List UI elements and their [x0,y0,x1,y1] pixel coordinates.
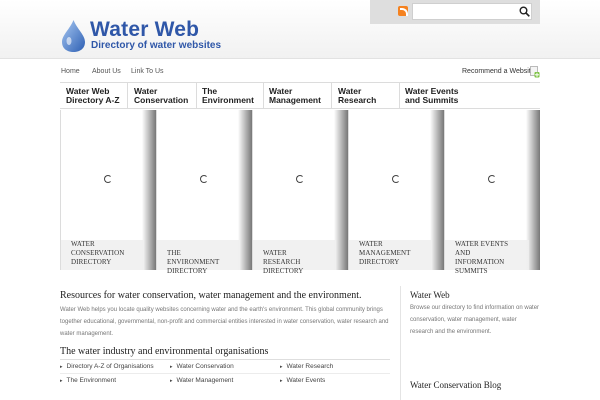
sidebar-title: Water Web [410,290,450,300]
nav-home[interactable]: Home [61,68,80,75]
slide-shadow [238,110,252,270]
loading-spinner-icon [104,175,112,183]
link-water-conservation[interactable]: Water Conservation [170,363,234,370]
search-icon[interactable] [519,6,530,17]
water-drop-logo-icon[interactable] [60,19,87,53]
loading-spinner-icon [488,175,496,183]
divider [60,359,390,360]
menu-item-directory[interactable]: Water Web Directory A-Z [66,87,120,105]
site-tagline: Directory of water websites [91,40,222,51]
menu-item-environment[interactable]: The Environment [202,87,254,105]
slide-shadow [334,110,348,270]
loading-spinner-icon [200,175,208,183]
slide-caption[interactable]: WATER MANAGEMENT DIRECTORY [349,240,431,270]
menu-item-events[interactable]: Water Events and Summits [405,87,459,105]
slide-shadow [142,110,156,270]
divider [196,83,197,109]
divider [127,83,128,109]
rss-icon[interactable] [398,6,408,16]
featured-slider: WATER CONSERVATION DIRECTORY THE ENVIRONME… [60,110,540,275]
slide-caption[interactable]: WATER RESEARCH DIRECTORY [253,240,335,275]
slide-water-conservation[interactable]: WATER CONSERVATION DIRECTORY [60,110,156,270]
intro-paragraph: Water Web helps you locate quality websi… [60,307,389,337]
divider [399,83,400,109]
nav-link-to-us[interactable]: Link To Us [131,68,164,75]
slide-caption[interactable]: WATER EVENTS AND INFORMATION SUMMITS [445,240,529,275]
slide-caption[interactable]: WATER CONSERVATION DIRECTORY [61,240,143,270]
add-page-icon[interactable] [530,66,540,78]
main-menu: Water Web Directory A-Z Water Conservation… [60,82,540,109]
search-input[interactable] [412,3,532,20]
menu-item-conservation[interactable]: Water Conservation [134,87,188,105]
divider [0,58,600,59]
loading-spinner-icon [296,175,304,183]
divider [263,83,264,109]
slide-water-research[interactable]: WATER RESEARCH DIRECTORY [252,110,348,275]
sidebar-text: Browse our directory to find information… [410,305,540,335]
organisations-heading: The water industry and environmental org… [60,346,269,357]
link-water-events[interactable]: Water Events [280,377,326,384]
divider [60,373,390,374]
nav-about-us[interactable]: About Us [92,68,121,75]
link-the-environment[interactable]: The Environment [60,377,117,384]
slide-environment[interactable]: THE ENVIRONMENT DIRECTORY [156,110,252,275]
recommend-website-link[interactable]: Recommend a Website [462,68,535,75]
site-title[interactable]: Water Web [90,18,199,42]
slide-caption[interactable]: THE ENVIRONMENT DIRECTORY [157,240,239,275]
slide-water-events[interactable]: WATER EVENTS AND INFORMATION SUMMITS [444,110,540,275]
menu-item-management[interactable]: Water Management [269,87,321,105]
loading-spinner-icon [392,175,400,183]
sidebar-blog-title[interactable]: Water Conservation Blog [410,380,501,390]
link-water-management[interactable]: Water Management [170,377,234,384]
menu-item-research[interactable]: Water Research [338,87,376,105]
divider [331,83,332,109]
intro-heading: Resources for water conservation, water … [60,290,362,301]
link-water-research[interactable]: Water Research [280,363,334,370]
slide-water-management[interactable]: WATER MANAGEMENT DIRECTORY [348,110,444,270]
slide-shadow [430,110,444,270]
link-directory-a-z[interactable]: Directory A-Z of Organisations [60,363,154,370]
